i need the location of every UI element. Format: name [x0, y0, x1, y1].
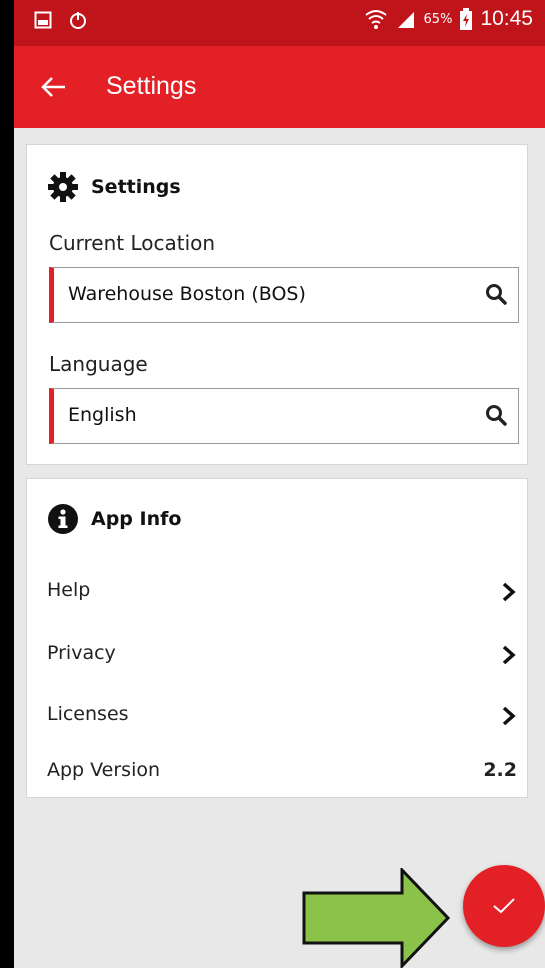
info-icon — [48, 504, 78, 534]
wifi-icon — [364, 10, 387, 29]
app-info-card-title: App Info — [91, 508, 182, 530]
search-icon[interactable] — [484, 282, 508, 306]
battery-icon — [460, 8, 473, 30]
status-time: 10:45 — [480, 7, 533, 30]
language-label: Language — [49, 352, 148, 376]
settings-card-title: Settings — [91, 176, 181, 198]
gallery-icon — [34, 11, 52, 29]
settings-card-header: Settings — [47, 171, 181, 203]
status-bar: 65% 10:45 — [14, 0, 545, 46]
licenses-label: Licenses — [47, 703, 129, 725]
current-location-field[interactable]: Warehouse Boston (BOS) — [49, 267, 519, 323]
current-location-label: Current Location — [49, 231, 216, 255]
language-value: English — [68, 404, 137, 426]
settings-card: Settings Current Location Warehouse Bost… — [26, 144, 528, 465]
signal-icon — [397, 12, 414, 28]
privacy-item[interactable]: Privacy — [47, 636, 517, 676]
chevron-right-icon — [502, 645, 516, 665]
app-info-card-header: App Info — [47, 503, 181, 535]
privacy-label: Privacy — [47, 642, 116, 664]
chevron-right-icon — [502, 706, 516, 726]
help-item[interactable]: Help — [47, 573, 517, 613]
check-icon — [493, 898, 515, 914]
gear-icon — [48, 172, 78, 202]
help-label: Help — [47, 579, 91, 601]
app-info-card: App Info Help Privacy Licenses App Versi… — [26, 478, 528, 798]
app-bar: Settings — [14, 46, 545, 128]
licenses-item[interactable]: Licenses — [47, 697, 517, 737]
battery-percent: 65% — [423, 11, 453, 27]
chevron-right-icon — [502, 582, 516, 602]
back-arrow-icon[interactable] — [40, 76, 66, 98]
save-fab-button[interactable] — [463, 865, 545, 947]
phone-screen: 65% 10:45 Settings Settings Current Loca… — [14, 0, 545, 968]
callout-arrow — [302, 868, 451, 968]
language-field[interactable]: English — [49, 388, 519, 444]
app-version-label: App Version — [47, 759, 161, 781]
current-location-value: Warehouse Boston (BOS) — [68, 283, 306, 305]
search-icon[interactable] — [484, 403, 508, 427]
sync-icon — [70, 12, 86, 29]
app-version-value: 2.2 — [483, 759, 517, 781]
page-title: Settings — [106, 72, 197, 100]
app-version-row: App Version 2.2 — [47, 753, 517, 793]
